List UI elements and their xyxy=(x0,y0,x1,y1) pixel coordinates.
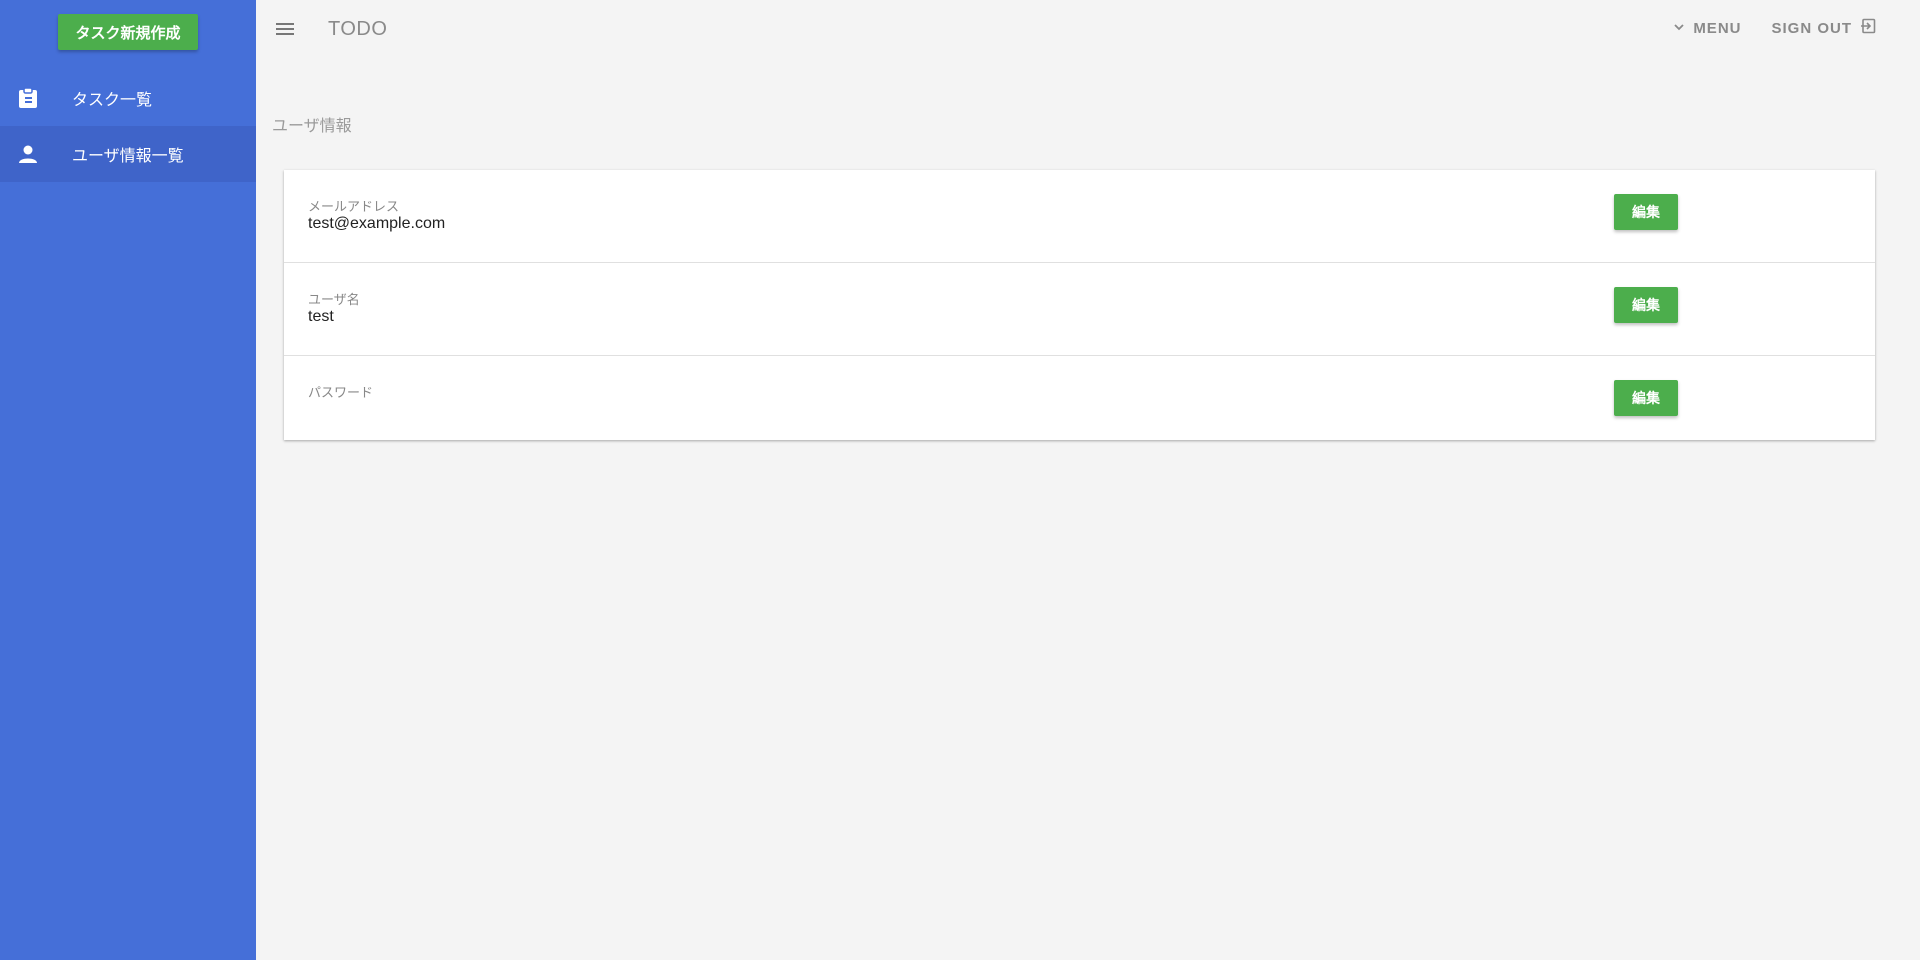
edit-email-button[interactable]: 編集 xyxy=(1614,194,1678,230)
sidebar: タスク新規作成 タスク一覧 ユーザ情報一覧 xyxy=(0,0,256,960)
chevron-down-icon xyxy=(1673,20,1685,37)
hamburger-menu-icon[interactable] xyxy=(274,18,296,40)
page-title: ユーザ情報 xyxy=(272,116,352,135)
email-value: test@example.com xyxy=(308,215,446,232)
password-row: パスワード 編集 xyxy=(284,356,1875,440)
edit-password-button[interactable]: 編集 xyxy=(1614,380,1678,416)
email-row: メールアドレス test@example.com 編集 xyxy=(284,170,1875,263)
username-label: ユーザ名 xyxy=(308,293,360,308)
menu-label: MENU xyxy=(1693,19,1742,37)
edit-username-button[interactable]: 編集 xyxy=(1614,287,1678,323)
sign-out-icon xyxy=(1860,18,1876,38)
top-app-bar: TODO MENU SIGN OUT xyxy=(256,0,1920,60)
sidebar-item-user-info-list[interactable]: ユーザ情報一覧 xyxy=(0,126,256,182)
username-row: ユーザ名 test 編集 xyxy=(284,263,1875,356)
person-icon xyxy=(17,143,39,165)
app-title: TODO xyxy=(328,18,388,40)
top-actions: MENU SIGN OUT xyxy=(1673,18,1876,38)
email-label: メールアドレス xyxy=(308,200,400,215)
menu-button[interactable]: MENU xyxy=(1673,20,1741,37)
clipboard-icon xyxy=(17,87,39,109)
new-task-button[interactable]: タスク新規作成 xyxy=(58,14,198,50)
username-value: test xyxy=(308,308,334,325)
sidebar-item-task-list[interactable]: タスク一覧 xyxy=(0,70,256,126)
sidebar-item-label: タスク一覧 xyxy=(72,90,153,109)
sidebar-item-label: ユーザ情報一覧 xyxy=(72,146,184,165)
sign-out-label: SIGN OUT xyxy=(1771,19,1852,37)
password-label: パスワード xyxy=(308,386,374,401)
user-info-card: メールアドレス test@example.com 編集 ユーザ名 test 編集… xyxy=(284,170,1875,440)
sign-out-button[interactable]: SIGN OUT xyxy=(1771,18,1876,38)
